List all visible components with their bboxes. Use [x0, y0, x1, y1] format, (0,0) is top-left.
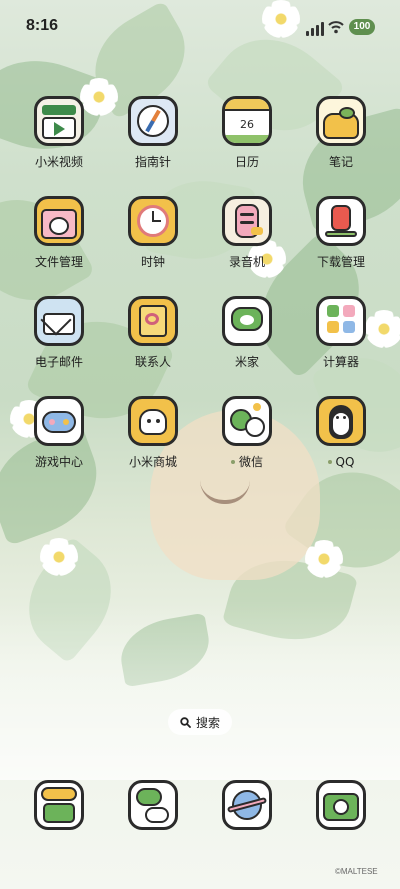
phone-icon	[34, 780, 84, 830]
browser-icon	[222, 780, 272, 830]
dock-messages[interactable]	[106, 780, 200, 830]
dock	[12, 780, 388, 830]
mijia-icon	[222, 296, 272, 346]
app-label: 电子邮件	[34, 355, 83, 369]
app-contacts[interactable]: 联系人	[106, 296, 200, 370]
video-icon	[34, 96, 84, 146]
app-calculator[interactable]: 计算器	[294, 296, 388, 370]
app-label: 游戏中心	[34, 455, 83, 469]
app-wechat[interactable]: 微信	[200, 396, 294, 470]
app-label: 时钟	[140, 255, 165, 269]
app-game-center[interactable]: 游戏中心	[12, 396, 106, 470]
app-label: 日历	[234, 155, 259, 169]
notes-icon	[316, 96, 366, 146]
wechat-icon	[222, 396, 272, 446]
app-notes[interactable]: 笔记	[294, 96, 388, 170]
app-label: 文件管理	[34, 255, 83, 269]
mi-store-icon	[128, 396, 178, 446]
app-label: 微信	[230, 454, 263, 470]
search-label: 搜索	[195, 715, 220, 730]
compass-icon	[128, 96, 178, 146]
search-button[interactable]: 搜索	[168, 709, 232, 735]
dock-camera[interactable]	[294, 780, 388, 830]
app-calendar[interactable]: 26 日历	[200, 96, 294, 170]
calculator-icon	[316, 296, 366, 346]
dock-browser[interactable]	[200, 780, 294, 830]
app-label: 笔记	[328, 155, 353, 169]
app-clock[interactable]: 时钟	[106, 196, 200, 270]
update-dot	[230, 460, 235, 464]
app-downloads[interactable]: 下载管理	[294, 196, 388, 270]
app-label: 米家	[234, 355, 259, 369]
app-label: 计算器	[322, 355, 359, 369]
messages-icon	[128, 780, 178, 830]
app-recorder[interactable]: 录音机	[200, 196, 294, 270]
folder-icon	[34, 196, 84, 246]
app-label: 录音机	[228, 255, 265, 269]
search-icon	[180, 716, 191, 728]
qq-icon	[316, 396, 366, 446]
game-center-icon	[34, 396, 84, 446]
battery-icon: 100	[349, 19, 375, 35]
dock-phone[interactable]	[12, 780, 106, 830]
status-bar: 8:16 100	[0, 0, 400, 56]
app-label: 下载管理	[316, 255, 365, 269]
app-label: 指南针	[134, 155, 171, 169]
camera-icon	[316, 780, 366, 830]
signal-icon	[306, 22, 324, 36]
update-dot	[327, 460, 332, 464]
app-file-manager[interactable]: 文件管理	[12, 196, 106, 270]
wifi-icon	[328, 21, 344, 34]
mail-icon	[34, 296, 84, 346]
clock-icon	[128, 196, 178, 246]
app-grid: 小米视频 指南针 26 日历 笔记 文件管理 时钟 录音机 下载管理 电子邮件 …	[12, 96, 388, 470]
calendar-icon: 26	[222, 96, 272, 146]
wallpaper-credit: ©MALTESE	[335, 867, 378, 876]
app-mi-store[interactable]: 小米商城	[106, 396, 200, 470]
app-compass[interactable]: 指南针	[106, 96, 200, 170]
app-email[interactable]: 电子邮件	[12, 296, 106, 370]
app-label: 小米视频	[34, 155, 83, 169]
app-mi-video[interactable]: 小米视频	[12, 96, 106, 170]
status-time: 8:16	[26, 17, 59, 34]
app-label: 小米商城	[128, 455, 177, 469]
app-label: 联系人	[134, 355, 171, 369]
download-icon	[316, 196, 366, 246]
app-qq[interactable]: QQ	[294, 396, 388, 470]
contacts-icon	[128, 296, 178, 346]
recorder-icon	[222, 196, 272, 246]
app-label: QQ	[327, 454, 354, 470]
app-mijia[interactable]: 米家	[200, 296, 294, 370]
